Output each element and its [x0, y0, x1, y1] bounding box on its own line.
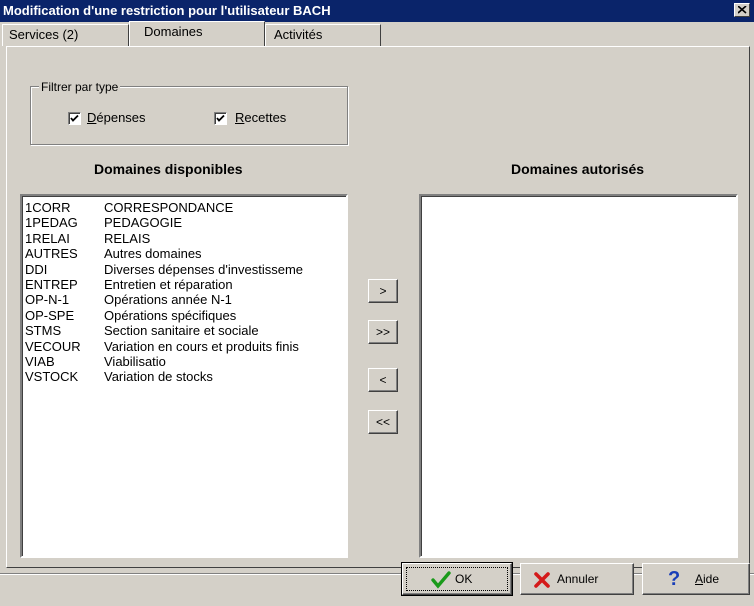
- recettes-label-rest: ecettes: [244, 110, 287, 125]
- authorized-list[interactable]: [419, 194, 738, 558]
- list-item[interactable]: 1RELAI RELAIS: [25, 231, 150, 247]
- list-item-code: VSTOCK: [25, 369, 79, 385]
- tab-services[interactable]: Services (2): [2, 24, 129, 46]
- remove-all-button[interactable]: <<: [368, 410, 398, 434]
- checkmark-icon: [216, 114, 225, 122]
- title-bar: Modification d'une restriction pour l'ut…: [0, 0, 754, 22]
- add-one-button[interactable]: >: [368, 279, 398, 303]
- list-item-code: AUTRES: [25, 246, 78, 262]
- depenses-label[interactable]: Dépenses: [87, 110, 146, 125]
- list-item-label: RELAIS: [104, 230, 151, 246]
- list-item[interactable]: VSTOCK Variation de stocks: [25, 369, 213, 385]
- list-item-label: Section sanitaire et sociale: [104, 323, 259, 339]
- available-list[interactable]: 1CORR CORRESPONDANCE 1PEDAG PEDAGOGIE 1RELAI…: [20, 194, 348, 558]
- footer-separator: [0, 573, 754, 575]
- question-icon: ?: [668, 568, 681, 590]
- checkmark-icon: [431, 571, 451, 589]
- list-item-code: ENTREP: [25, 277, 78, 292]
- add-all-button[interactable]: >>: [368, 320, 398, 344]
- tab-activites-label: Activités: [274, 27, 323, 42]
- list-item-code: OP-N-1: [25, 292, 70, 308]
- list-item[interactable]: 1CORR CORRESPONDANCE: [25, 200, 233, 216]
- tab-domaines-label: Domaines: [144, 24, 203, 39]
- depenses-checkbox[interactable]: [68, 112, 81, 125]
- ok-button[interactable]: OK: [401, 562, 513, 596]
- remove-one-label: <: [379, 373, 387, 387]
- checkmark-icon: [70, 114, 79, 122]
- list-item[interactable]: DDI Diverses dépenses d'investisseme: [25, 262, 303, 278]
- filter-group-label: Filtrer par type: [39, 80, 121, 94]
- list-item-code: 1CORR: [25, 200, 71, 215]
- tab-domaines[interactable]: Domaines: [129, 21, 265, 46]
- x-icon: [534, 572, 550, 588]
- available-title: Domaines disponibles: [94, 161, 243, 177]
- list-item-code: DDI: [25, 261, 48, 277]
- list-item-label: Variation de stocks: [104, 369, 213, 385]
- list-item-code: 1PEDAG: [25, 215, 78, 231]
- recettes-label-mnemonic: R: [235, 110, 245, 125]
- list-item-code: OP-SPE: [25, 307, 75, 323]
- list-item[interactable]: OP-N-1 Opérations année N-1: [25, 292, 232, 308]
- list-item-code: VECOUR: [25, 338, 81, 354]
- depenses-label-mnemonic: D: [87, 110, 97, 125]
- recettes-label[interactable]: Recettes: [235, 110, 286, 125]
- list-item[interactable]: OP-SPE Opérations spécifiques: [25, 308, 236, 324]
- window-title: Modification d'une restriction pour l'ut…: [3, 3, 331, 18]
- list-item-label: PEDAGOGIE: [104, 215, 183, 231]
- help-label-mnemonic: A: [695, 572, 704, 586]
- list-item[interactable]: VECOUR Variation en cours et produits fin…: [25, 339, 299, 355]
- remove-one-button[interactable]: <: [368, 368, 398, 392]
- list-item[interactable]: ENTREP Entretien et réparation: [25, 277, 233, 293]
- list-item-code: STMS: [25, 323, 62, 339]
- list-item-label: Viabilisatio: [104, 354, 166, 369]
- list-item-label: Entretien et réparation: [104, 277, 233, 292]
- list-item-label: CORRESPONDANCE: [104, 200, 234, 215]
- help-button[interactable]: ? Aide: [642, 563, 750, 595]
- close-icon: [738, 6, 747, 14]
- authorized-title: Domaines autorisés: [511, 161, 645, 177]
- list-item-code: 1RELAI: [25, 230, 70, 246]
- remove-all-label: <<: [375, 415, 390, 429]
- help-label: Aide: [695, 564, 719, 594]
- list-item[interactable]: 1PEDAG PEDAGOGIE: [25, 215, 182, 231]
- add-all-label: >>: [375, 325, 390, 339]
- list-item[interactable]: STMS Section sanitaire et sociale: [25, 323, 259, 339]
- add-one-label: >: [379, 284, 387, 298]
- cancel-label: Annuler: [557, 572, 599, 586]
- list-item-label: Variation en cours et produits finis: [104, 338, 299, 354]
- depenses-label-rest: épenses: [96, 110, 146, 125]
- list-item-label: Opérations spécifiques: [104, 307, 237, 323]
- ok-label: OK: [455, 572, 473, 586]
- list-item-label: Diverses dépenses d'investisseme: [104, 261, 304, 277]
- list-item-label: Autres domaines: [104, 246, 202, 262]
- recettes-checkbox[interactable]: [214, 112, 227, 125]
- list-item-code: VIAB: [25, 354, 55, 369]
- tab-activites[interactable]: Activités: [265, 24, 381, 46]
- tab-services-label: Services (2): [9, 27, 79, 42]
- cancel-button[interactable]: Annuler: [520, 563, 634, 595]
- list-item[interactable]: VIAB Viabilisatio: [25, 354, 166, 370]
- list-item-label: Opérations année N-1: [104, 292, 232, 308]
- close-button[interactable]: [734, 3, 750, 17]
- help-label-rest: ide: [703, 572, 720, 586]
- list-item[interactable]: AUTRES Autres domaines: [25, 246, 202, 262]
